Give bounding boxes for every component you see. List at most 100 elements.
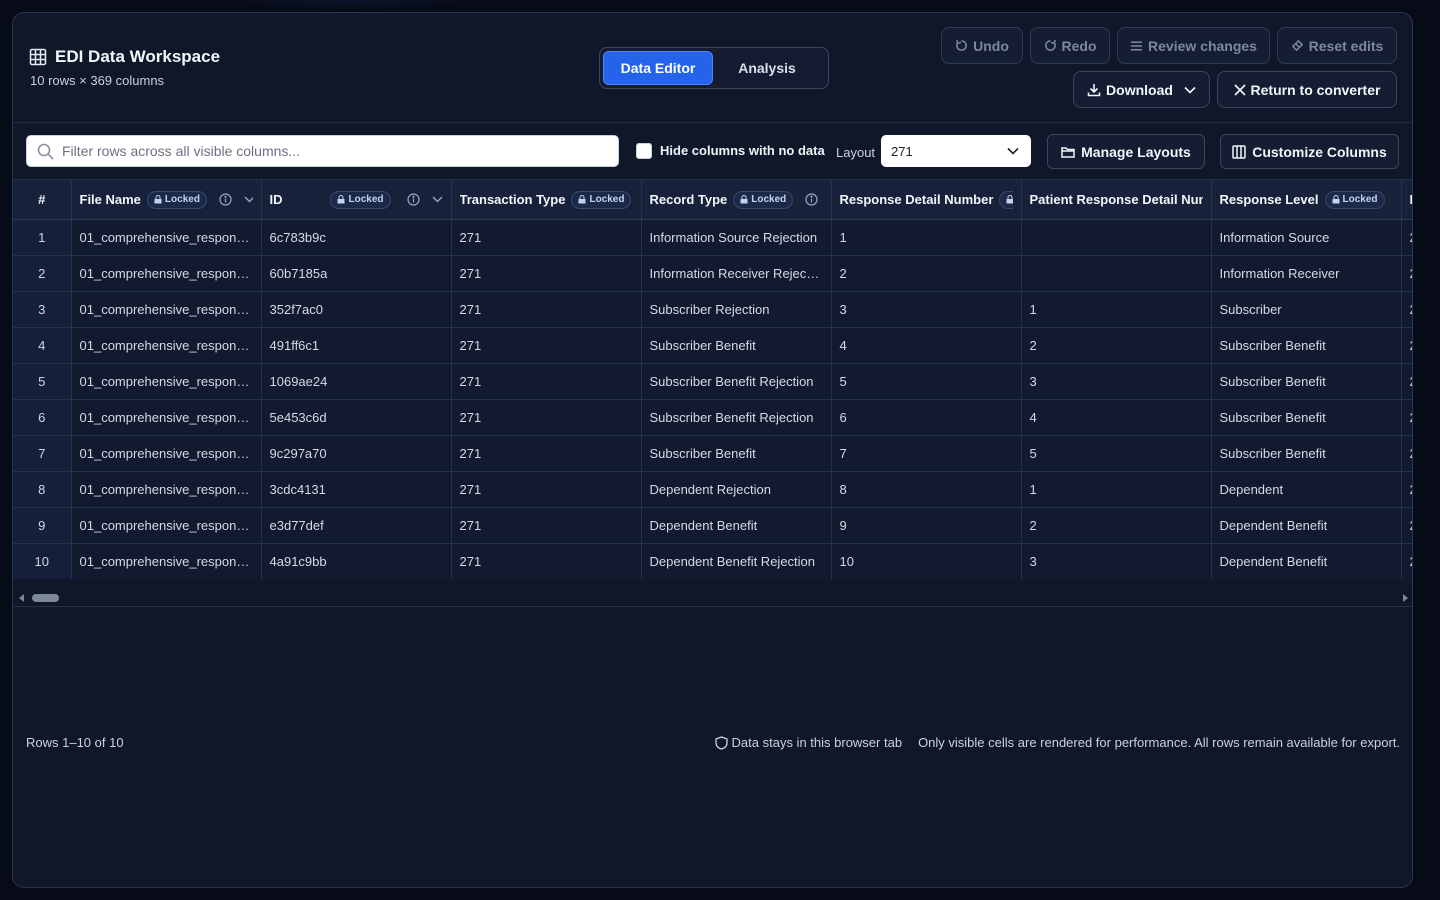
- column-header-file-name[interactable]: File Name Locked: [71, 179, 262, 220]
- undo-button[interactable]: Undo: [941, 27, 1023, 64]
- cell-file-name[interactable]: 01_comprehensive_response...: [71, 399, 262, 436]
- cell-id[interactable]: 4a91c9bb: [261, 543, 452, 579]
- table-row[interactable]: 1 01_comprehensive_response... 6c783b9c 271…: [13, 219, 1412, 256]
- cell-response-level[interactable]: Dependent Benefit: [1211, 507, 1402, 544]
- info-icon[interactable]: [805, 193, 818, 206]
- table-row[interactable]: 7 01_comprehensive_response... 9c297a70 271…: [13, 435, 1412, 472]
- cell-id[interactable]: 6c783b9c: [261, 219, 452, 256]
- chevron-down-icon[interactable]: [432, 196, 443, 203]
- review-changes-button[interactable]: Review changes: [1117, 27, 1270, 64]
- cell-record-type[interactable]: Information Receiver Rejection: [641, 255, 832, 292]
- cell-transaction-type[interactable]: 271: [451, 435, 642, 472]
- cell-response-detail-number[interactable]: 7: [831, 435, 1022, 472]
- cell-next[interactable]: 2: [1401, 471, 1412, 508]
- scroll-right-arrow[interactable]: [1403, 594, 1408, 602]
- tab-analysis[interactable]: Analysis: [713, 51, 821, 85]
- cell-file-name[interactable]: 01_comprehensive_response...: [71, 327, 262, 364]
- layout-select[interactable]: 271: [881, 135, 1031, 167]
- cell-transaction-type[interactable]: 271: [451, 363, 642, 400]
- cell-transaction-type[interactable]: 271: [451, 399, 642, 436]
- cell-response-level[interactable]: Information Receiver: [1211, 255, 1402, 292]
- cell-record-type[interactable]: Dependent Rejection: [641, 471, 832, 508]
- cell-response-level[interactable]: Information Source: [1211, 219, 1402, 256]
- cell-transaction-type[interactable]: 271: [451, 543, 642, 579]
- cell-patient-response-detail-number[interactable]: 3: [1021, 363, 1212, 400]
- cell-transaction-type[interactable]: 271: [451, 219, 642, 256]
- table-row[interactable]: 3 01_comprehensive_response... 352f7ac0 271…: [13, 291, 1412, 328]
- column-header-record-type[interactable]: Record Type Locked: [641, 179, 832, 220]
- table-row[interactable]: 5 01_comprehensive_response... 1069ae24 271…: [13, 363, 1412, 400]
- scrollbar-thumb[interactable]: [32, 594, 59, 602]
- search-input[interactable]: [62, 143, 582, 159]
- cell-file-name[interactable]: 01_comprehensive_response...: [71, 363, 262, 400]
- cell-transaction-type[interactable]: 271: [451, 507, 642, 544]
- cell-response-detail-number[interactable]: 3: [831, 291, 1022, 328]
- table-row[interactable]: 2 01_comprehensive_response... 60b7185a 271…: [13, 255, 1412, 292]
- cell-file-name[interactable]: 01_comprehensive_response...: [71, 435, 262, 472]
- cell-response-level[interactable]: Subscriber: [1211, 291, 1402, 328]
- table-row[interactable]: 6 01_comprehensive_response... 5e453c6d 271…: [13, 399, 1412, 436]
- tab-data-editor[interactable]: Data Editor: [603, 51, 713, 85]
- scroll-left-arrow[interactable]: [19, 594, 24, 602]
- cell-next[interactable]: 2: [1401, 543, 1412, 579]
- cell-transaction-type[interactable]: 271: [451, 291, 642, 328]
- info-icon[interactable]: [406, 193, 420, 206]
- cell-response-level[interactable]: Subscriber Benefit: [1211, 363, 1402, 400]
- cell-file-name[interactable]: 01_comprehensive_response...: [71, 291, 262, 328]
- data-table-viewport[interactable]: # File Name Locked ID Locked Transaction…: [13, 179, 1412, 579]
- cell-transaction-type[interactable]: 271: [451, 327, 642, 364]
- column-header-id[interactable]: ID Locked: [261, 179, 452, 220]
- cell-file-name[interactable]: 01_comprehensive_response...: [71, 543, 262, 579]
- cell-response-detail-number[interactable]: 5: [831, 363, 1022, 400]
- cell-patient-response-detail-number[interactable]: 3: [1021, 543, 1212, 579]
- table-row[interactable]: 4 01_comprehensive_response... 491ff6c1 271…: [13, 327, 1412, 364]
- cell-patient-response-detail-number[interactable]: 2: [1021, 327, 1212, 364]
- column-header-next[interactable]: I: [1401, 179, 1412, 220]
- cell-file-name[interactable]: 01_comprehensive_response...: [71, 219, 262, 256]
- cell-patient-response-detail-number[interactable]: 4: [1021, 399, 1212, 436]
- cell-record-type[interactable]: Information Source Rejection: [641, 219, 832, 256]
- cell-patient-response-detail-number[interactable]: [1021, 219, 1212, 256]
- cell-response-level[interactable]: Subscriber Benefit: [1211, 327, 1402, 364]
- reset-edits-button[interactable]: Reset edits: [1277, 27, 1397, 64]
- cell-response-level[interactable]: Subscriber Benefit: [1211, 399, 1402, 436]
- cell-transaction-type[interactable]: 271: [451, 255, 642, 292]
- cell-patient-response-detail-number[interactable]: 5: [1021, 435, 1212, 472]
- cell-record-type[interactable]: Dependent Benefit Rejection: [641, 543, 832, 579]
- cell-id[interactable]: e3d77def: [261, 507, 452, 544]
- hide-empty-columns-checkbox[interactable]: [636, 143, 652, 159]
- column-header-response-detail-number[interactable]: Response Detail Number Lo: [831, 179, 1022, 220]
- cell-response-level[interactable]: Dependent Benefit: [1211, 543, 1402, 579]
- cell-id[interactable]: 1069ae24: [261, 363, 452, 400]
- info-icon[interactable]: [219, 193, 232, 206]
- column-header-patient-response-detail-number[interactable]: Patient Response Detail Numb: [1021, 179, 1212, 220]
- horizontal-scrollbar[interactable]: [13, 589, 1412, 607]
- cell-response-detail-number[interactable]: 10: [831, 543, 1022, 579]
- column-header-response-level[interactable]: Response Level Locked: [1211, 179, 1402, 220]
- cell-patient-response-detail-number[interactable]: 1: [1021, 291, 1212, 328]
- cell-response-detail-number[interactable]: 4: [831, 327, 1022, 364]
- cell-id[interactable]: 3cdc4131: [261, 471, 452, 508]
- cell-response-level[interactable]: Dependent: [1211, 471, 1402, 508]
- cell-next[interactable]: 2: [1401, 399, 1412, 436]
- cell-transaction-type[interactable]: 271: [451, 471, 642, 508]
- cell-record-type[interactable]: Dependent Benefit: [641, 507, 832, 544]
- cell-next[interactable]: 2: [1401, 219, 1412, 256]
- hide-empty-columns-label[interactable]: Hide columns with no data: [660, 143, 825, 158]
- manage-layouts-button[interactable]: Manage Layouts: [1047, 134, 1205, 169]
- cell-id[interactable]: 5e453c6d: [261, 399, 452, 436]
- cell-next[interactable]: 2: [1401, 291, 1412, 328]
- cell-id[interactable]: 9c297a70: [261, 435, 452, 472]
- cell-next[interactable]: 2: [1401, 435, 1412, 472]
- cell-next[interactable]: 2: [1401, 255, 1412, 292]
- cell-response-detail-number[interactable]: 1: [831, 219, 1022, 256]
- redo-button[interactable]: Redo: [1030, 27, 1110, 64]
- cell-file-name[interactable]: 01_comprehensive_response...: [71, 471, 262, 508]
- customize-columns-button[interactable]: Customize Columns: [1220, 134, 1399, 169]
- cell-patient-response-detail-number[interactable]: 2: [1021, 507, 1212, 544]
- cell-file-name[interactable]: 01_comprehensive_response...: [71, 255, 262, 292]
- cell-next[interactable]: 2: [1401, 327, 1412, 364]
- column-header-transaction-type[interactable]: Transaction Type Locked: [451, 179, 642, 220]
- table-row[interactable]: 9 01_comprehensive_response... e3d77def 271…: [13, 507, 1412, 544]
- cell-response-detail-number[interactable]: 8: [831, 471, 1022, 508]
